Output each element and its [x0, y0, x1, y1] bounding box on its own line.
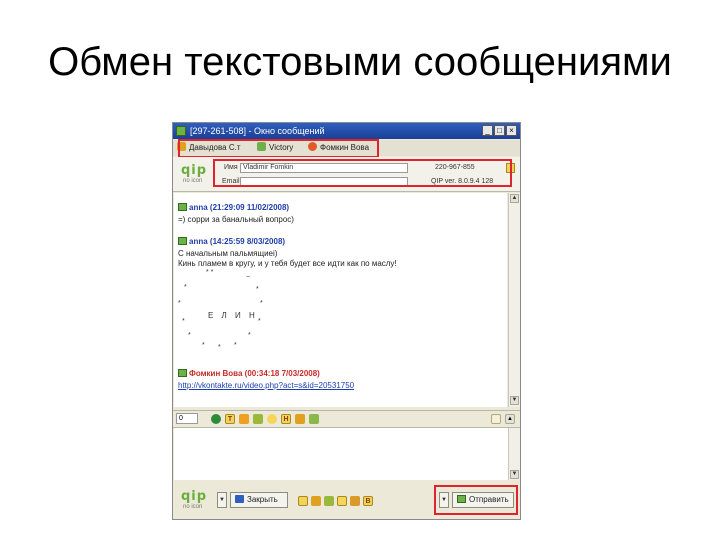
info-highlight: [213, 159, 512, 187]
scroll-down-icon[interactable]: ▼: [510, 470, 519, 479]
window-title: [297-261-508] - Окно сообщений: [190, 126, 325, 136]
message-header: Фомкин Вова (00:34:18 7/03/2008): [178, 369, 320, 378]
quote-icon[interactable]: [309, 414, 319, 424]
font-size-select[interactable]: 0: [176, 413, 198, 424]
scroll-up-icon[interactable]: ▲: [505, 414, 515, 424]
scroll-up-icon[interactable]: ▲: [510, 194, 519, 203]
message-author: anna: [189, 237, 208, 246]
message-text: =) сорри за банальный вопрос): [178, 215, 294, 224]
message-header: anna (21:29:09 11/02/2008): [178, 203, 289, 212]
text-format-icon[interactable]: T: [225, 414, 235, 424]
qip-logo: qip no icon: [177, 161, 213, 187]
close-button-label: Закрыть: [247, 495, 278, 504]
notes-icon[interactable]: [491, 414, 501, 424]
tabs-highlight: [178, 139, 379, 158]
send-highlight: [434, 485, 518, 515]
message-meta: (14:25:59 8/03/2008): [209, 237, 286, 246]
translit-icon[interactable]: [337, 496, 347, 506]
format-toolbar: 0 T H ▲: [173, 410, 520, 428]
slide-title: Обмен текстовыми сообщениями: [48, 40, 672, 84]
app-icon: [176, 126, 186, 136]
file-icon[interactable]: [253, 414, 263, 424]
message-text: С начальным пальмящиеі): [178, 249, 278, 258]
message-icon: [178, 203, 187, 211]
color-icon[interactable]: [239, 414, 249, 424]
qip-logo: qip no icon: [177, 487, 213, 513]
logo-subtext: no icon: [183, 504, 203, 510]
globe-icon[interactable]: [211, 414, 221, 424]
message-link[interactable]: http://vkontakte.ru/video.php?act=s&id=2…: [178, 381, 354, 390]
history-icon[interactable]: H: [281, 414, 291, 424]
close-icon: [235, 495, 244, 503]
logo-text: qip: [181, 489, 208, 504]
message-icon: [178, 237, 187, 245]
message-author: Фомкин Вова: [189, 369, 243, 378]
scroll-down-icon[interactable]: ▼: [510, 396, 519, 405]
message-icon: [178, 369, 187, 377]
message-window: [297-261-508] - Окно сообщений _ □ × Дав…: [172, 122, 521, 520]
history-scrollbar[interactable]: ▲ ▼: [508, 193, 520, 407]
message-input[interactable]: [174, 428, 508, 480]
logo-subtext: no icon: [183, 178, 203, 184]
ascii-art-text: Е Л И Н: [208, 311, 258, 320]
window-titlebar[interactable]: [297-261-508] - Окно сообщений _ □ ×: [173, 123, 520, 139]
folder-icon[interactable]: [311, 496, 321, 506]
input-scrollbar[interactable]: ▼: [508, 428, 520, 480]
message-header: anna (14:25:59 8/03/2008): [178, 237, 285, 246]
logo-text: qip: [181, 163, 208, 178]
message-history[interactable]: anna (21:29:09 11/02/2008) =) сорри за б…: [174, 193, 507, 407]
bold-icon[interactable]: B: [363, 496, 373, 506]
maximize-button[interactable]: □: [494, 125, 505, 136]
settings-icon[interactable]: [295, 414, 305, 424]
emoticon-icon[interactable]: [298, 496, 308, 506]
close-window-button[interactable]: ×: [506, 125, 517, 136]
bookmark-icon[interactable]: [350, 496, 360, 506]
send-file-icon[interactable]: [324, 496, 334, 506]
message-meta: (21:29:09 11/02/2008): [209, 203, 290, 212]
message-text: Кинь пламем в кругу, и у тебя будет все …: [178, 259, 397, 268]
message-author: anna: [189, 203, 208, 212]
minimize-button[interactable]: _: [482, 125, 493, 136]
close-button[interactable]: Закрыть: [230, 492, 288, 508]
ascii-art: * * ~ * * * * Е Л И Н * * * * * * *: [178, 269, 263, 351]
smile-icon[interactable]: [267, 414, 277, 424]
close-menu-dropdown[interactable]: ▼: [217, 492, 227, 508]
message-meta: (00:34:18 7/03/2008): [244, 369, 320, 378]
